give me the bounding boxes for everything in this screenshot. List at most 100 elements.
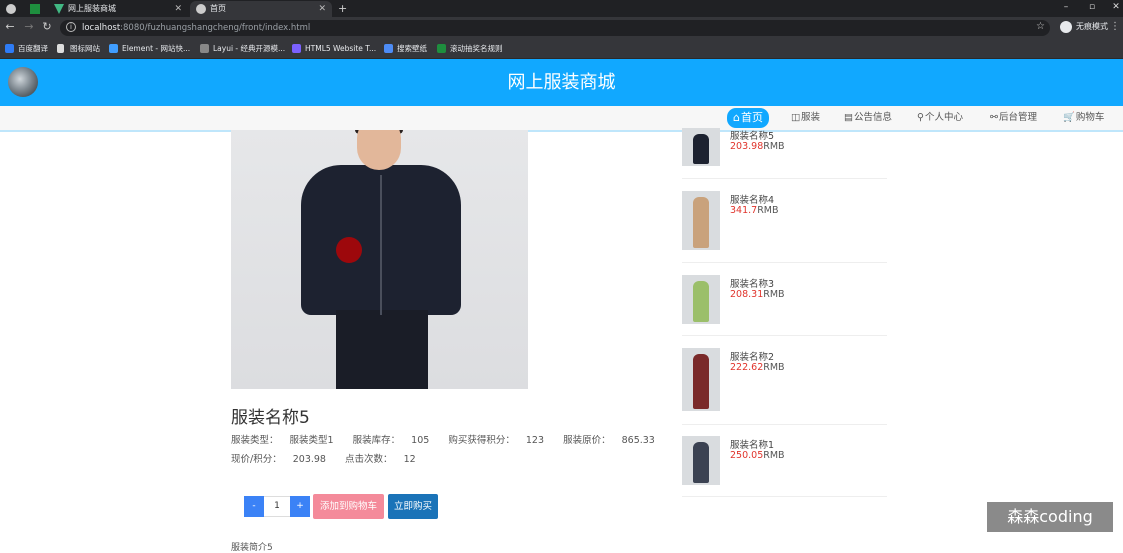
attr-stock-value: 105 [411, 435, 430, 446]
add-to-cart-button[interactable]: 添加到购物车 [313, 494, 384, 519]
bookmark-label: 百度翻译 [18, 44, 48, 53]
minimize-button[interactable]: – [1054, 0, 1078, 17]
sidebar-product-item[interactable]: 服装名称4 341.7RMB [682, 191, 887, 263]
sidebar-product-item[interactable]: 服装名称1 250.05RMB [682, 436, 887, 497]
translate-icon [5, 44, 14, 53]
attr-orig-price: 服装原价： 865.33 [563, 435, 663, 446]
attr-points-value: 123 [525, 435, 545, 446]
bookmark-item[interactable]: Layui - 经典开源模... [200, 39, 285, 58]
nav-item-admin[interactable]: ⚯后台管理 [990, 110, 1037, 126]
bookmark-item[interactable]: HTML5 Website T... [292, 39, 376, 58]
nav-label: 后台管理 [998, 112, 1037, 123]
attr-clicks-value: 12 [403, 454, 416, 465]
sidebar-product-price: 250.05RMB [730, 450, 785, 461]
url-path: :8080/fuzhuangshangcheng/front/index.htm… [120, 23, 311, 33]
qty-decrement-button[interactable]: - [244, 496, 264, 517]
close-tab-icon[interactable]: ✕ [174, 1, 182, 17]
product-title: 服装名称5 [231, 408, 310, 428]
product-intro-heading: 服装简介5 [231, 543, 273, 553]
bookmark-item[interactable]: 百度翻译 [5, 39, 48, 58]
qty-input[interactable]: 1 [264, 496, 290, 517]
incognito-indicator[interactable]: 无痕模式 [1058, 19, 1108, 35]
close-window-button[interactable]: ✕ [1104, 0, 1123, 17]
browser-menu-icon[interactable]: ⋮ [1110, 20, 1120, 34]
reload-icon[interactable]: ↻ [40, 20, 54, 34]
new-tab-button[interactable]: + [338, 1, 347, 16]
nav-label: 购物车 [1075, 112, 1105, 123]
incognito-icon [1060, 21, 1072, 33]
product-thumbnail [682, 348, 720, 411]
browser-tab-title: 首页 [210, 4, 226, 13]
browser-tab-active[interactable]: 首页 ✕ [190, 1, 332, 17]
url-input[interactable]: i localhost:8080/fuzhuangshangcheng/fron… [60, 20, 1050, 36]
back-arrow-icon[interactable]: ← [3, 20, 17, 34]
nav-item-cart[interactable]: 🛒购物车 [1063, 110, 1104, 126]
home-icon: ⌂ [733, 111, 740, 124]
attr-stock-label: 服装库存： [352, 435, 401, 446]
attr-price: 现价/积分： 203.98 [231, 454, 334, 465]
attr-type-label: 服装类型： [231, 435, 279, 446]
price-amount: 222.62 [730, 362, 764, 373]
globe-icon [6, 4, 16, 14]
bookmark-item[interactable]: Element - 网站快... [109, 39, 190, 58]
attr-price-label: 现价/积分： [231, 454, 282, 465]
attr-clicks-label: 点击次数： [345, 454, 393, 465]
product-thumbnail [682, 275, 720, 324]
attr-type-value: 服装类型1 [289, 435, 334, 446]
sidebar-product-item[interactable]: 服装名称3 208.31RMB [682, 275, 887, 336]
info-icon[interactable]: i [66, 22, 76, 32]
site-title: 网上服装商城 [507, 72, 616, 93]
attr-price-value: 203.98 [292, 454, 326, 465]
flag-icon [57, 44, 64, 53]
nav-item-clothing[interactable]: ◫服装 [791, 110, 820, 126]
nav-label: 个人中心 [924, 112, 963, 123]
sheet-icon [30, 4, 40, 14]
user-icon: ⚲ [917, 112, 924, 123]
price-currency: RMB [763, 362, 785, 373]
bookmark-item[interactable]: 图标网站 [57, 39, 100, 58]
price-currency: RMB [763, 141, 785, 152]
nav-label: 首页 [740, 111, 763, 124]
bookmark-star-icon[interactable]: ☆ [1036, 20, 1045, 34]
bookmark-item[interactable]: 滚动抽奖名规则 [437, 39, 503, 58]
attr-stock: 服装库存： 105 [353, 435, 438, 446]
sidebar-product-name: 服装名称1 [730, 440, 775, 451]
product-image [231, 130, 528, 389]
sidebar-product-price: 222.62RMB [730, 362, 785, 373]
sidebar-product-name: 服装名称3 [730, 279, 775, 290]
html5-icon [292, 44, 301, 53]
url-host: localhost [82, 23, 121, 33]
globe-icon [196, 4, 206, 14]
nav-item-notice[interactable]: ▤公告信息 [844, 110, 892, 126]
sidebar-product-price: 341.7RMB [730, 205, 779, 216]
forward-arrow-icon[interactable]: → [22, 20, 36, 34]
sidebar-product-item[interactable]: 服装名称2 222.62RMB [682, 348, 887, 425]
watermark: 森森coding [987, 502, 1113, 532]
price-amount: 341.7 [730, 205, 758, 216]
attr-clicks: 点击次数： 12 [345, 454, 424, 465]
buy-now-button[interactable]: 立即购买 [388, 494, 438, 519]
sheet-icon [437, 44, 446, 53]
browser-tab[interactable] [24, 1, 46, 17]
browser-tab-title: 网上服装商城 [68, 4, 116, 13]
attr-points: 购买获得积分： 123 [448, 435, 552, 446]
nav-label: 公告信息 [853, 112, 892, 123]
attr-orig-label: 服装原价： [563, 435, 611, 446]
product-thumbnail [682, 191, 720, 250]
incognito-label: 无痕模式 [1076, 22, 1108, 31]
browser-tab[interactable]: 网上服装商城 ✕ [48, 1, 188, 17]
bookmark-item[interactable]: 搜索壁纸 [384, 39, 427, 58]
restore-button[interactable]: ▫ [1080, 0, 1104, 17]
attr-row-2: 现价/积分： 203.98 点击次数： 12 [231, 450, 671, 469]
sidebar-product-name: 服装名称4 [730, 195, 775, 206]
nav-item-home[interactable]: ⌂首页 [727, 108, 769, 128]
notice-icon: ▤ [844, 112, 853, 123]
qty-increment-button[interactable]: + [290, 496, 310, 517]
nav-label: 服装 [800, 112, 820, 123]
sidebar-product-price: 203.98RMB [730, 141, 785, 152]
browser-tab[interactable] [0, 1, 22, 17]
sidebar-product-item[interactable]: 服装名称5 203.98RMB [682, 128, 887, 179]
close-tab-icon[interactable]: ✕ [318, 1, 326, 17]
price-currency: RMB [763, 289, 785, 300]
nav-item-user-center[interactable]: ⚲个人中心 [917, 110, 963, 126]
